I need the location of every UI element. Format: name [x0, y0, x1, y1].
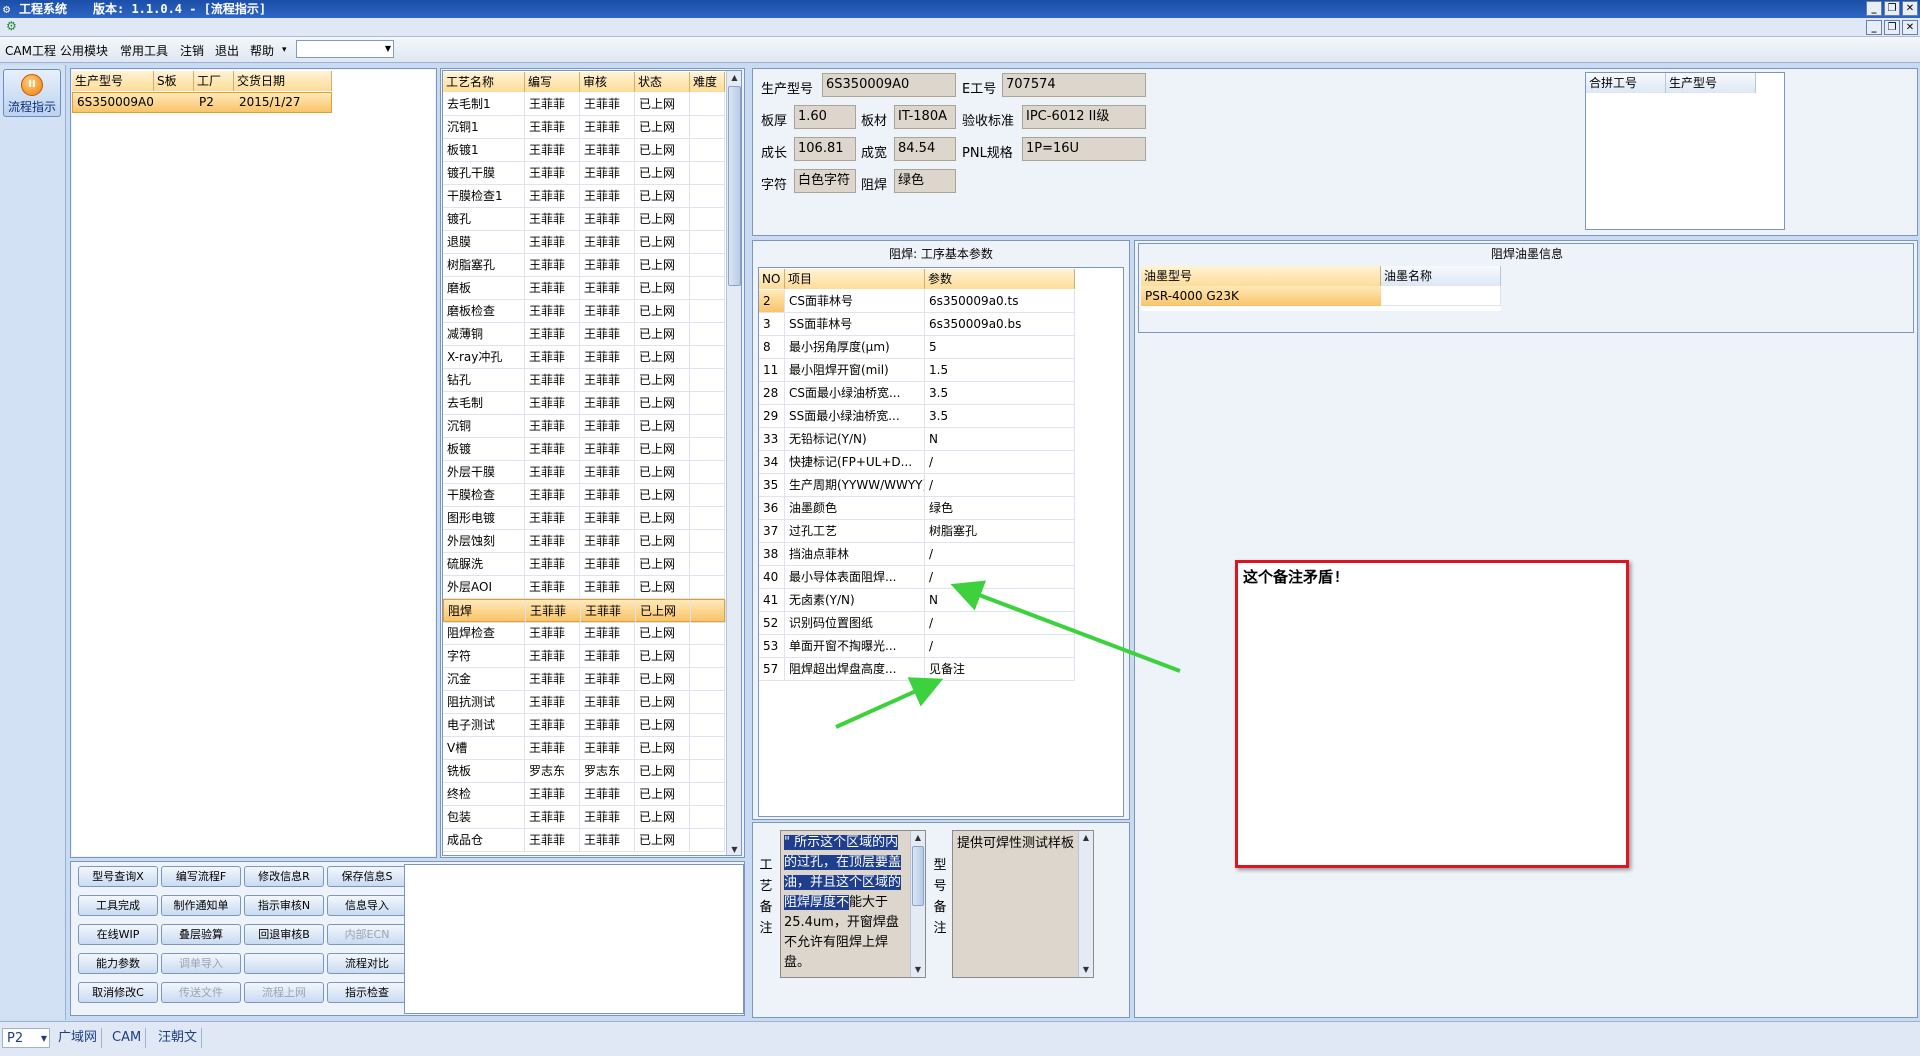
arrow-icon	[835, 677, 944, 729]
factory-value: P2	[7, 1031, 24, 1046]
status-user: 汪朝文	[154, 1028, 203, 1048]
status-bar: P2 ▼ 广域网 CAM 汪朝文	[0, 1021, 1920, 1056]
arrow-icon	[950, 580, 1181, 673]
chevron-down-icon: ▼	[40, 1034, 47, 1043]
annotation-arrows	[835, 580, 1181, 729]
factory-select[interactable]: P2 ▼	[2, 1028, 50, 1048]
status-module: CAM	[108, 1028, 147, 1048]
status-network: 广域网	[54, 1028, 103, 1048]
